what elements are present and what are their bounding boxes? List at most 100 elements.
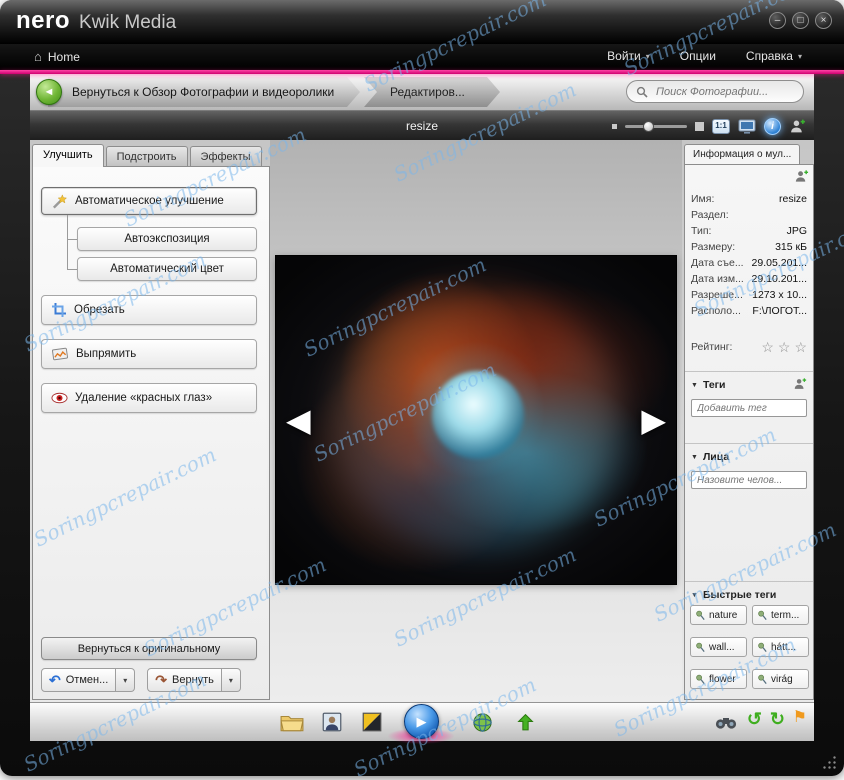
home-menu-item[interactable]: ⌂ Home [34,49,80,64]
viewer-toolbar: resize 1:1 i [30,110,814,141]
window-controls: – □ × [769,12,832,29]
next-photo-button[interactable]: ▶ [641,404,666,436]
star-icon[interactable]: ☆ [794,340,807,354]
zoom-slider[interactable] [625,125,687,128]
search-input[interactable] [654,85,794,99]
info-button[interactable]: i [764,118,781,135]
search-icon [636,86,648,98]
tags-section-header[interactable]: ▼ Теги [685,371,813,393]
redo-dropdown-button[interactable]: ▾ [222,668,241,692]
tree-connector [67,239,77,240]
tab-effects[interactable]: Эффекты [190,146,262,167]
red-eye-button[interactable]: Удаление «красных глаз» [41,383,257,413]
help-label: Справка [746,49,793,63]
straighten-button[interactable]: Выпрямить [41,339,257,369]
pin-icon [695,610,706,621]
auto-exposure-button[interactable]: Автоэкспозиция [77,227,257,251]
play-button[interactable]: ▶ [404,704,439,739]
auto-enhance-button[interactable]: Автоматическое улучшение [41,187,257,215]
tag-person-icon[interactable] [794,169,809,187]
faces-section-header[interactable]: ▼ Лица [685,443,813,465]
rotate-left-button[interactable]: ↺ [747,709,762,731]
revert-original-button[interactable]: Вернуться к оригинальному [41,637,257,660]
tag-person-button[interactable] [789,118,806,135]
crop-label: Обрезать [74,304,125,316]
options-menu-item[interactable]: Опции [680,49,716,63]
close-button[interactable]: × [815,12,832,29]
star-icon[interactable]: ☆ [778,340,791,354]
zoom-out-icon[interactable] [612,124,617,129]
pin-icon [757,674,768,685]
tab-adjust[interactable]: Подстроить [106,146,188,167]
rating-stars: ☆ ☆ ☆ [761,340,807,354]
name-person-field [691,471,807,489]
name-person-input[interactable] [692,472,806,488]
info-row: Имя:resize [691,191,807,207]
binoculars-button[interactable] [714,710,738,734]
red-eye-icon [51,392,68,404]
info-row: Размеру:315 кБ [691,239,807,255]
bookmark-flag-button[interactable]: ⚑ [793,708,807,729]
quick-tags-section-header[interactable]: ▼ Быстрые теги [685,581,813,603]
tree-connector [67,269,77,270]
back-button[interactable]: ◄ [36,79,62,105]
rating-label: Рейтинг: [691,341,732,353]
straighten-icon [51,346,69,362]
quick-tag-button[interactable]: flower [690,669,747,689]
info-panel-body: Имя:resize Раздел: Тип:JPG Размеру:315 к… [684,164,814,700]
info-row: Разреше...1273 x 10... [691,287,807,303]
quick-tag-button[interactable]: virág [752,669,809,689]
breadcrumb-back-tab[interactable]: Вернуться к Обзор Фотографии и видеороли… [48,77,360,107]
home-label: Home [48,50,80,64]
edit-panel: Улучшить Подстроить Эффекты × Автоматиче… [32,140,270,702]
main-area: Улучшить Подстроить Эффекты × Автоматиче… [30,140,814,702]
people-view-button[interactable] [320,710,344,734]
nero-logo: nero [16,7,70,35]
app-window: nero Kwik Media – □ × ⌂ Home Войти ▾ Опц… [0,0,844,776]
search-box [626,80,804,103]
previous-photo-button[interactable]: ◀ [286,404,311,436]
info-row: Дата съе...29.05.201... [691,255,807,271]
resize-grip[interactable] [821,754,836,769]
tab-media-info[interactable]: Информация о мул... [684,144,800,164]
info-row: Дата изм...29.10.201... [691,271,807,287]
redo-button[interactable]: ↷ Вернуть [147,668,222,692]
rotate-right-button[interactable]: ↻ [770,709,785,731]
undo-dropdown-button[interactable]: ▾ [116,668,135,692]
quick-tag-button[interactable]: wall... [690,637,747,657]
zoom-in-icon[interactable] [695,122,704,131]
zoom-slider-handle[interactable] [643,121,654,132]
star-icon[interactable]: ☆ [761,340,774,354]
upload-button[interactable] [513,710,537,734]
tab-editor[interactable]: Редактиров... [364,77,500,107]
quick-tag-button[interactable]: nature [690,605,747,625]
quick-tag-button[interactable]: hátt... [752,637,809,657]
undo-button[interactable]: ↶ Отмен... [41,668,116,692]
tag-person-icon[interactable] [793,377,807,394]
quick-tag-button[interactable]: term... [752,605,809,625]
undo-label: Отмен... [66,674,109,686]
add-tag-input[interactable] [692,400,806,416]
crop-button[interactable]: Обрезать [41,295,257,325]
tab-enhance[interactable]: Улучшить [32,144,104,167]
minimize-button[interactable]: – [769,12,786,29]
info-row: Раздел: [691,207,807,223]
accent-line [0,70,844,74]
app-logo: nero Kwik Media [16,7,176,35]
actual-size-button[interactable]: 1:1 [712,119,730,134]
titlebar: nero Kwik Media – □ × [0,0,844,44]
maximize-button[interactable]: □ [792,12,809,29]
info-row: Располо...F:\ЛОГОТ... [691,303,807,319]
rating-row: Рейтинг: ☆ ☆ ☆ [691,340,807,354]
pin-icon [695,674,706,685]
add-folder-button[interactable] [280,710,304,734]
slideshow-button[interactable] [360,710,384,734]
login-menu-item[interactable]: Войти ▾ [607,49,650,63]
fullscreen-slideshow-button[interactable] [738,119,756,134]
photo-preview: ◀ ▶ [276,256,676,584]
globe-share-button[interactable] [470,710,494,734]
help-menu-item[interactable]: Справка ▾ [746,49,802,63]
home-icon: ⌂ [34,49,42,64]
media-info-fields: Имя:resize Раздел: Тип:JPG Размеру:315 к… [691,191,807,319]
auto-color-button[interactable]: Автоматический цвет [77,257,257,281]
